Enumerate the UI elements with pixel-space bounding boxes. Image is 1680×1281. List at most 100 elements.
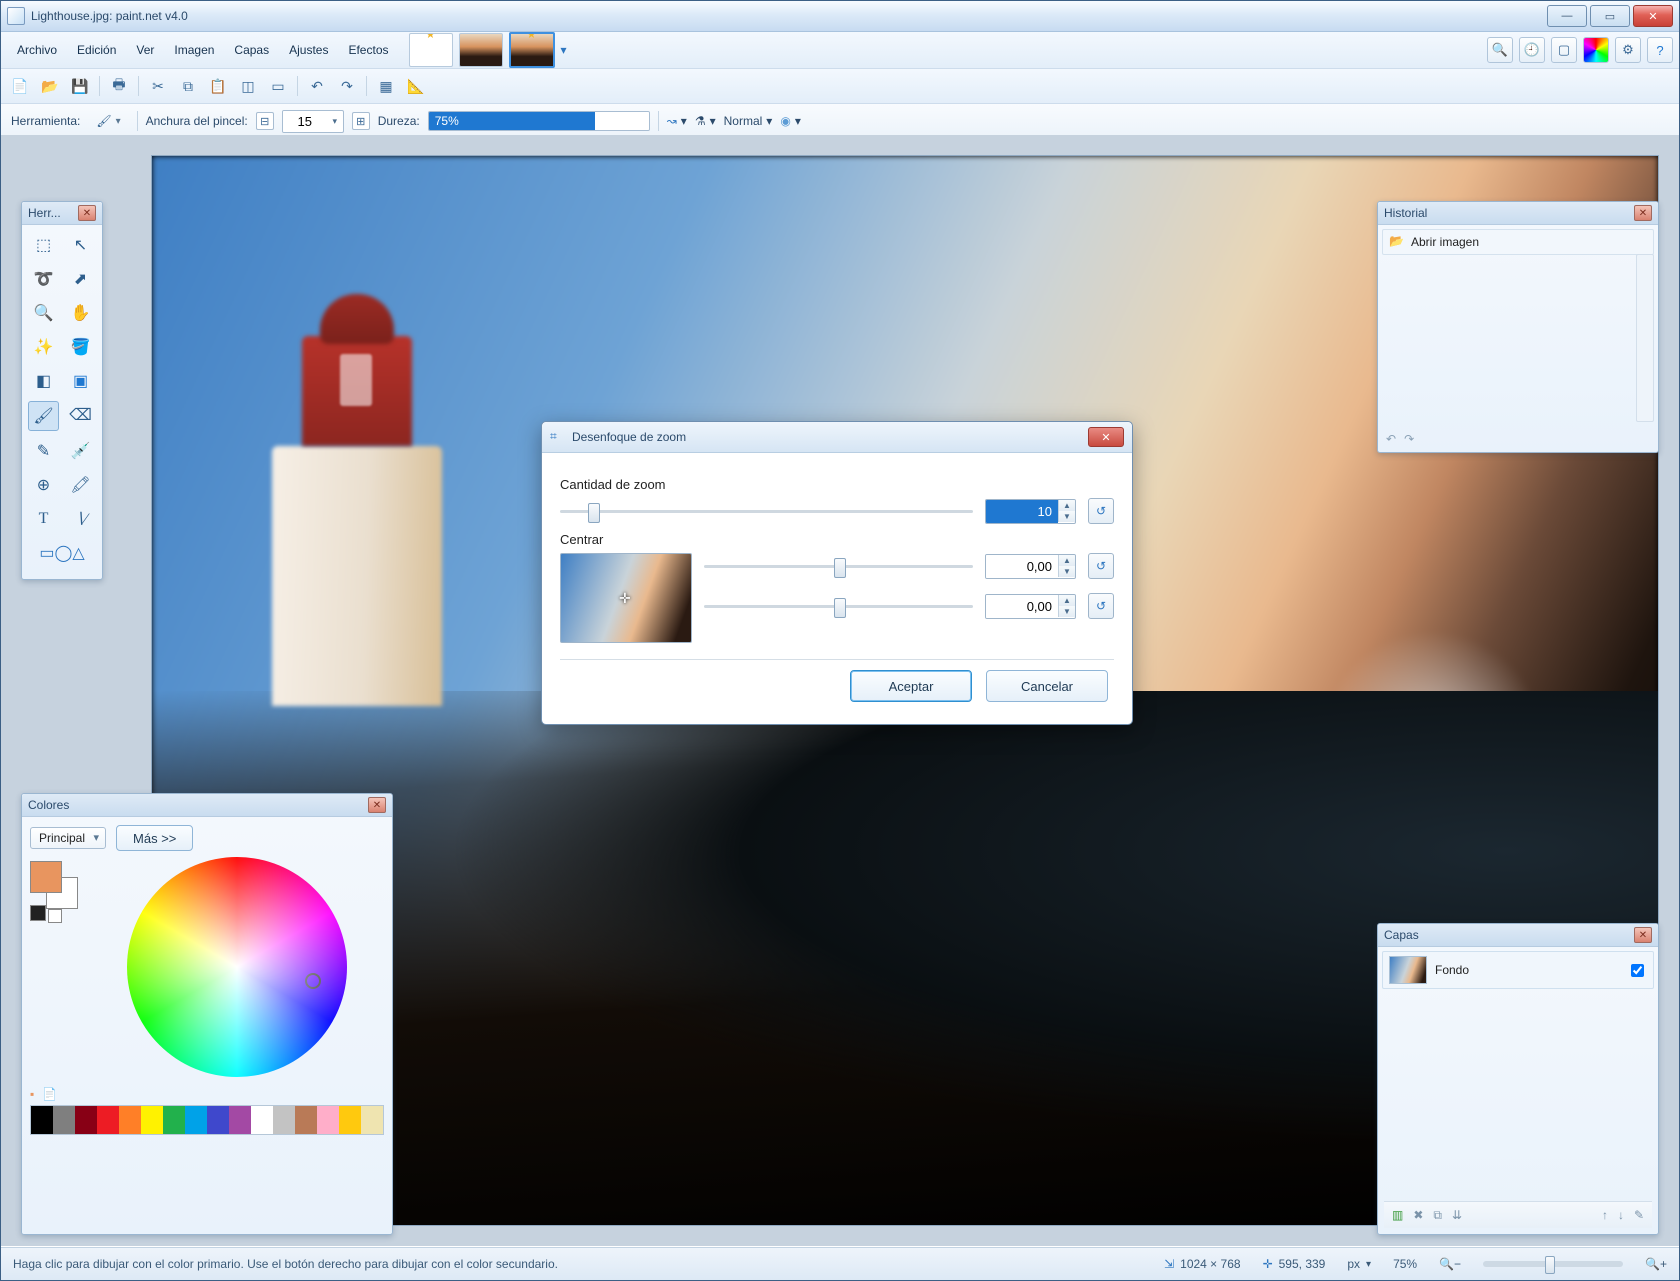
history-panel-toggle[interactable]: 🕘 [1519,37,1545,63]
open-icon[interactable]: 📂 [39,75,61,97]
close-icon[interactable]: ✕ [1634,205,1652,221]
scrollbar[interactable] [1636,254,1654,422]
cancel-button[interactable]: Cancelar [986,670,1108,702]
deselect-icon[interactable]: ▭ [267,75,289,97]
text-tool[interactable]: T [28,505,59,533]
colors-panel-toggle[interactable] [1583,37,1609,63]
line-tool[interactable]: ∖∕ [65,505,96,533]
menu-ver[interactable]: Ver [126,37,164,63]
color-wheel-cursor[interactable] [305,973,321,989]
width-increase[interactable]: ⊞ [352,112,370,130]
colors-more-button[interactable]: Más >> [116,825,193,851]
settings-button[interactable]: ⚙ [1615,37,1641,63]
center-y-slider[interactable] [704,596,973,616]
ok-button[interactable]: Aceptar [850,670,972,702]
chevron-down-icon[interactable]: ▾ [1366,1259,1371,1270]
menu-efectos[interactable]: Efectos [338,37,398,63]
dialog-close-button[interactable]: ✕ [1088,427,1124,447]
color-palette[interactable] [30,1105,384,1135]
clone-stamp-tool[interactable]: ⊕ [28,471,59,499]
menu-edicion[interactable]: Edición [67,37,126,63]
magic-wand-tool[interactable]: ✨ [28,333,59,361]
gradient-tool[interactable]: ◧ [28,367,59,395]
color-select-tool[interactable]: ▣ [65,367,96,395]
rect-select-tool[interactable]: ⬚ [28,231,59,259]
ruler-icon[interactable]: 📐 [405,75,427,97]
paint-bucket-tool[interactable]: 🪣 [65,333,96,361]
paintbrush-tool[interactable]: 🖌 [28,401,59,431]
duplicate-layer-icon[interactable]: ⧉ [1433,1208,1442,1223]
menu-ajustes[interactable]: Ajustes [279,37,338,63]
pan-tool[interactable]: ✋ [65,299,96,327]
history-undo-icon[interactable]: ↶ [1386,432,1396,446]
copy-icon[interactable]: ⧉ [177,75,199,97]
save-icon[interactable]: 💾 [69,75,91,97]
move-tool[interactable]: ↖ [65,231,96,259]
zoom-amount-value[interactable] [986,500,1058,523]
lasso-tool[interactable]: ➰ [28,265,59,293]
spin-up-icon[interactable]: ▲ [1059,500,1075,511]
close-button[interactable]: ✕ [1633,5,1673,27]
center-x-value[interactable] [986,555,1058,578]
zoom-tool[interactable]: 🔍 [28,299,59,327]
zoom-out-button[interactable]: 🔍− [1439,1257,1461,1271]
mini-swatch-icon[interactable] [30,905,46,921]
delete-layer-icon[interactable]: ✖ [1413,1208,1423,1222]
history-redo-icon[interactable]: ↷ [1404,432,1414,446]
zoom-amount-slider[interactable] [560,501,973,521]
paste-icon[interactable]: 📋 [207,75,229,97]
center-x-input[interactable]: ▲▼ [985,554,1076,579]
menu-imagen[interactable]: Imagen [164,37,224,63]
merge-layer-icon[interactable]: ⇊ [1452,1208,1462,1222]
tools-panel-toggle[interactable]: 🔍 [1487,37,1513,63]
color-role-selector[interactable]: Principal [30,827,106,849]
center-crosshair-icon[interactable]: ✛ [619,590,631,607]
tool-selector[interactable]: 🖌 ▾ [88,112,128,130]
grid-icon[interactable]: ▦ [375,75,397,97]
print-icon[interactable]: 🖶 [108,75,130,97]
layers-panel-toggle[interactable]: ▢ [1551,37,1577,63]
layer-up-icon[interactable]: ↑ [1602,1208,1608,1222]
pencil-tool[interactable]: ✎ [28,437,59,465]
blend-mode-selector[interactable]: Normal ▾ [724,114,773,128]
layer-visible-checkbox[interactable] [1631,964,1644,977]
color-picker-tool[interactable]: 💉 [65,437,96,465]
width-decrease[interactable]: ⊟ [256,112,274,130]
help-button[interactable]: ? [1647,37,1673,63]
center-preview[interactable]: ✛ [560,553,692,643]
history-item[interactable]: 📂 Abrir imagen [1382,229,1654,255]
blend-alpha-toggle[interactable]: ⚗▾ [695,114,716,128]
close-icon[interactable]: ✕ [1634,927,1652,943]
brush-width-input[interactable]: ▾ [282,110,344,133]
move-selection-tool[interactable]: ⬈ [65,265,96,293]
doc-thumb-2[interactable] [459,33,503,67]
crop-icon[interactable]: ◫ [237,75,259,97]
doc-thumb-3-selected[interactable]: ★ [509,32,555,68]
color-swatches[interactable] [30,861,80,911]
layer-down-icon[interactable]: ↓ [1618,1208,1624,1222]
eraser-tool[interactable]: ⌫ [65,401,96,429]
add-layer-icon[interactable]: ▥ [1392,1208,1403,1222]
maximize-button[interactable]: ▭ [1590,5,1630,27]
fill-style-selector[interactable]: ◉▾ [780,114,801,128]
new-icon[interactable]: 📄 [9,75,31,97]
cut-icon[interactable]: ✂ [147,75,169,97]
mini-swatch-icon-2[interactable] [48,909,62,923]
palette-add-icon[interactable]: ▪ [30,1087,34,1101]
layer-row[interactable]: Fondo [1382,951,1654,989]
center-x-slider[interactable] [704,556,973,576]
redo-icon[interactable]: ↷ [336,75,358,97]
doc-thumb-1[interactable]: ★ [409,33,453,67]
layer-properties-icon[interactable]: ✎ [1634,1208,1644,1222]
primary-color-swatch[interactable] [30,861,62,893]
color-wheel[interactable] [127,857,347,1077]
antialias-toggle[interactable]: ↝▾ [667,114,687,128]
zoom-slider[interactable] [1483,1261,1623,1267]
zoom-in-button[interactable]: 🔍+ [1645,1257,1667,1271]
shapes-tool[interactable]: ▭◯△ [28,539,96,567]
center-x-reset[interactable]: ↺ [1088,553,1114,579]
center-y-value[interactable] [986,595,1058,618]
center-y-input[interactable]: ▲▼ [985,594,1076,619]
palette-manage-icon[interactable]: 📄 [42,1087,57,1101]
menu-capas[interactable]: Capas [224,37,279,63]
